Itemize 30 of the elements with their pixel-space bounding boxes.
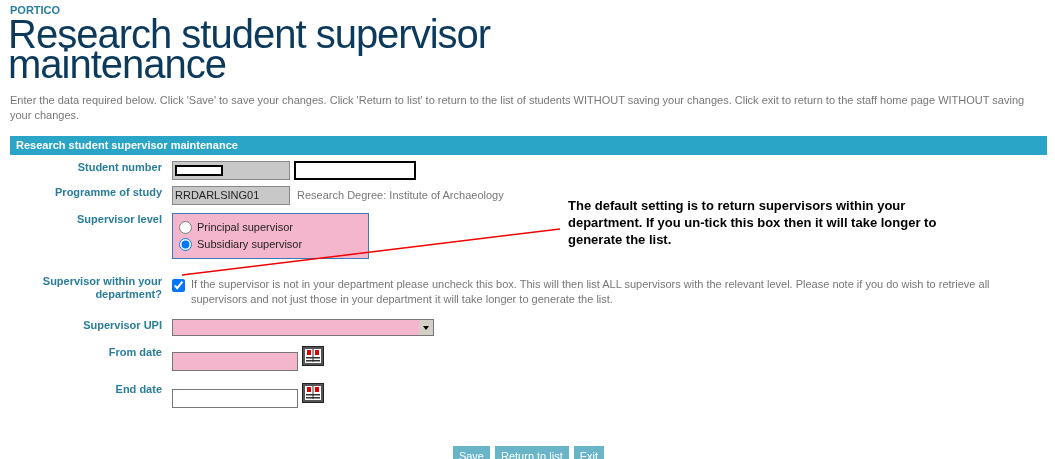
field-label: Programme of study (54, 185, 162, 200)
checkbox-note: If the supervisor is not in your department please uncheck this box. This will then list ALL supervisors with the relevant level. Please note if you do wish to retrieve all supervisors and not just those in your department it will take longer to generate the list. (191, 276, 991, 307)
radio-label: Subsidiary supervisor (197, 236, 303, 252)
form-button[interactable]: Return to list (495, 445, 569, 459)
form-button[interactable]: Exit (573, 445, 605, 459)
field-label: Supervisor UPI (82, 318, 162, 333)
programme-description: Research Degree: Institute of Archaeology (297, 187, 504, 203)
student-number-field[interactable] (294, 160, 416, 180)
radio-label: Principal supervisor (197, 219, 293, 235)
radio-button[interactable] (179, 237, 192, 251)
brand-label: PORTICO (10, 4, 62, 17)
field-label: Supervisor level (76, 212, 162, 227)
calendar-icon[interactable] (302, 382, 324, 403)
department-checkbox[interactable] (172, 278, 185, 292)
callout-text: The default setting is to return supervisors within your department. If you un-tick this box then it will take longer to generate the list. (568, 197, 938, 248)
student-number-field[interactable] (172, 160, 290, 180)
field-label: Supervisor within your department? (41, 274, 162, 302)
programme-code-field[interactable]: RRDARLSING01 (172, 185, 290, 205)
instructions-text: Enter the data required below. Click 'Save' to save your changes. Click 'Return to list' to return to the list of students WITHOUT saving your changes. Click exit to return to the staff home page WITHOUT saving your changes. (10, 93, 1026, 123)
page-title: Research student supervisor maintenance (8, 19, 492, 79)
field-label: From date (107, 345, 162, 360)
field-label: Student number (76, 160, 162, 175)
section-header: Research student supervisor maintenance (10, 136, 1047, 155)
date-field[interactable] (172, 351, 298, 371)
calendar-icon[interactable] (302, 345, 324, 366)
field-label: End date (114, 382, 162, 397)
supervisor-upi-select[interactable] (172, 318, 434, 336)
radio-button[interactable] (179, 220, 192, 234)
date-field[interactable] (172, 388, 298, 408)
form-button[interactable]: Save (452, 445, 490, 459)
